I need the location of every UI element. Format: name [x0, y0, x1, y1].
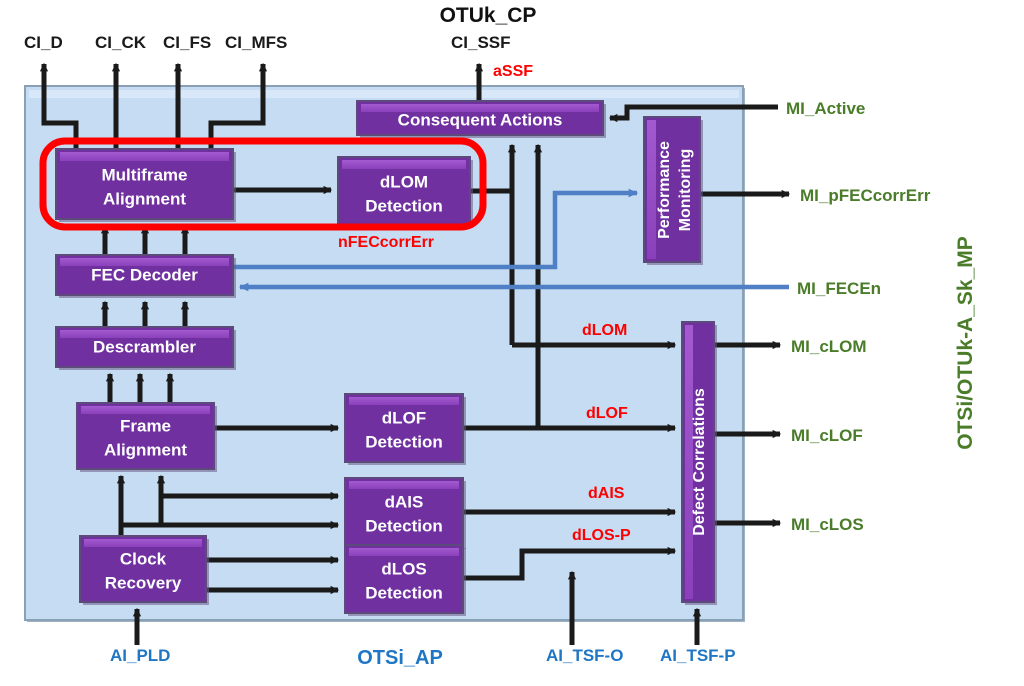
block-multiframe-alignment[interactable]: Multiframe Alignment — [55, 148, 236, 222]
side-title: OTSi/OTUk-A_Sk_MP — [954, 236, 977, 450]
block-label: dLOM — [380, 172, 428, 191]
block-label: Clock — [120, 549, 167, 568]
block-consequent-actions[interactable]: Consequent Actions — [356, 100, 606, 138]
block-frame-alignment[interactable]: Frame Alignment — [76, 402, 217, 472]
block-fec-decoder[interactable]: FEC Decoder — [55, 254, 236, 298]
block-label: Consequent Actions — [398, 110, 563, 129]
label-mi-clos: MI_cLOS — [791, 515, 864, 534]
block-label: Alignment — [104, 440, 187, 459]
label-dlos-p: dLOS-P — [572, 527, 631, 544]
block-label: dAIS — [385, 492, 424, 511]
label-mi-pfeccorrerr: MI_pFECcorrErr — [800, 186, 931, 205]
block-label: Descrambler — [93, 337, 196, 356]
label-ci-d: CI_D — [24, 33, 63, 52]
label-dais: dAIS — [588, 485, 625, 502]
block-dais-detection[interactable]: dAIS Detection — [344, 477, 466, 549]
label-mi-clof: MI_cLOF — [791, 426, 863, 445]
block-clock-recovery[interactable]: Clock Recovery — [79, 535, 209, 605]
block-label: Recovery — [105, 573, 182, 592]
page-title: OTUk_CP — [440, 4, 537, 27]
label-ci-ck: CI_CK — [95, 33, 147, 52]
block-label: Detection — [365, 583, 442, 602]
block-label: dLOS — [381, 559, 426, 578]
block-dlom-detection[interactable]: dLOM Detection — [337, 156, 473, 228]
block-label: dLOF — [382, 408, 426, 427]
label-mi-fecen: MI_FECEn — [797, 279, 881, 298]
label-ci-mfs: CI_MFS — [225, 33, 287, 52]
block-defect-correlations[interactable]: Defect Correlations — [681, 321, 717, 605]
label-ai-tsf-o: AI_TSF-O — [546, 646, 623, 665]
label-dlof: dLOF — [586, 405, 628, 422]
top-port-labels: CI_D CI_CK CI_FS CI_MFS CI_SSF — [24, 33, 511, 52]
label-dlom: dLOM — [582, 322, 627, 339]
label-ai-tsf-p: AI_TSF-P — [660, 646, 736, 665]
block-label: Detection — [365, 432, 442, 451]
block-label: Performance — [656, 141, 673, 239]
block-label: Detection — [365, 516, 442, 535]
block-performance-monitoring[interactable]: Performance Monitoring — [643, 116, 703, 265]
diagram-canvas: Multiframe Alignment dLOM Detection Cons… — [0, 0, 1024, 686]
block-dlos-detection[interactable]: dLOS Detection — [344, 544, 466, 616]
bottom-title: OTSi_AP — [357, 647, 443, 669]
block-label: Alignment — [103, 189, 186, 208]
block-label: FEC Decoder — [91, 265, 198, 284]
block-label: Multiframe — [102, 165, 188, 184]
label-ai-pld: AI_PLD — [110, 646, 170, 665]
block-label: Defect Correlations — [691, 388, 708, 536]
label-mi-active: MI_Active — [786, 99, 865, 118]
block-label: Frame — [120, 416, 171, 435]
management-point-labels: MI_Active MI_pFECcorrErr MI_FECEn MI_cLO… — [786, 99, 931, 534]
label-nfeccorrerr: nFECcorrErr — [338, 234, 434, 251]
label-ci-ssf: CI_SSF — [451, 33, 511, 52]
label-mi-clom: MI_cLOM — [791, 337, 867, 356]
block-label: Monitoring — [677, 149, 694, 232]
otuk-sink-functional-diagram: Multiframe Alignment dLOM Detection Cons… — [24, 4, 977, 669]
label-assf: aSSF — [493, 63, 533, 80]
block-dlof-detection[interactable]: dLOF Detection — [344, 393, 466, 465]
block-label: Detection — [365, 196, 442, 215]
label-ci-fs: CI_FS — [163, 33, 211, 52]
block-descrambler[interactable]: Descrambler — [55, 326, 236, 370]
